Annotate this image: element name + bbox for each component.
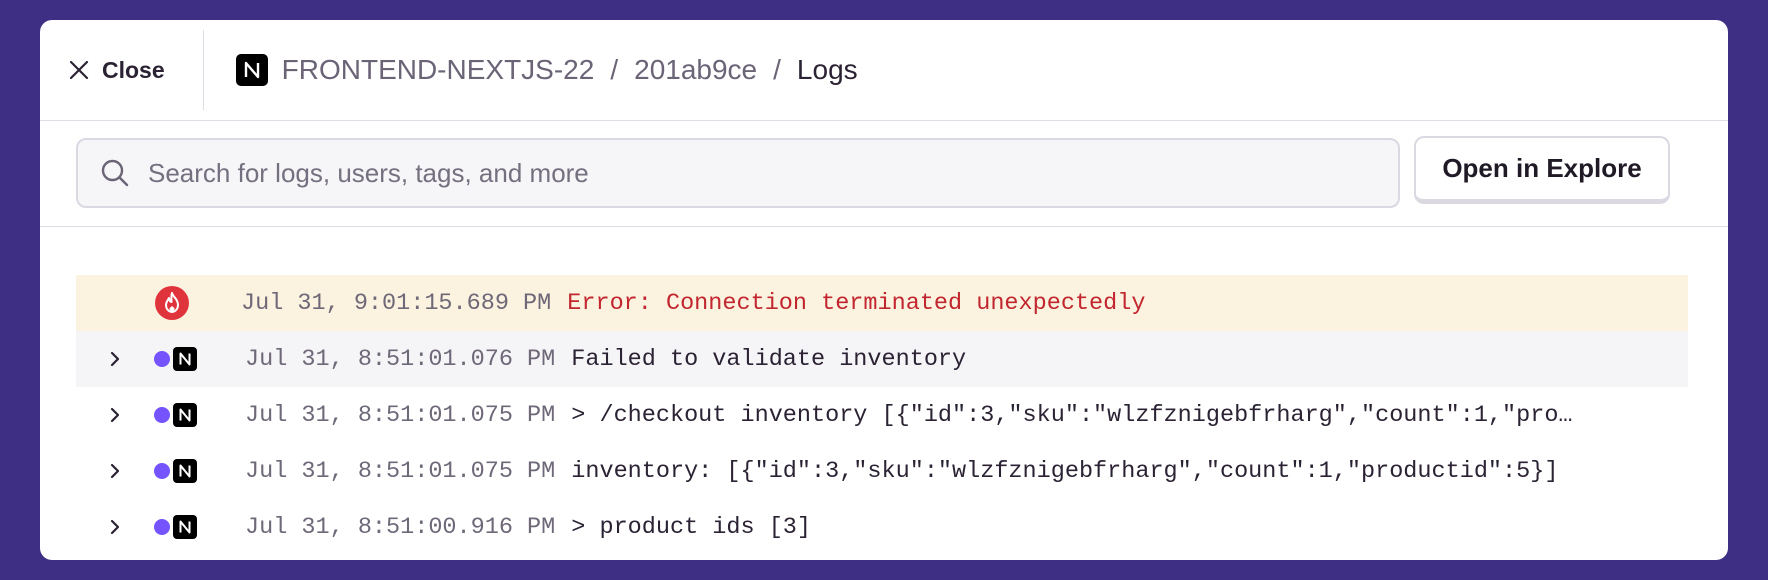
expand-button[interactable] <box>76 351 154 367</box>
log-message: inventory: [{"id":3,"sku":"wlzfznigebfrh… <box>571 457 1559 485</box>
log-row[interactable]: Jul 31, 8:51:00.916 PM > product ids [3] <box>76 499 1688 555</box>
log-list: Jul 31, 9:01:15.689 PM Error: Connection… <box>76 275 1688 555</box>
search-icon <box>101 159 129 187</box>
expand-button[interactable] <box>76 519 154 535</box>
log-message: > /checkout inventory [{"id":3,"sku":"wl… <box>571 401 1573 429</box>
severity-indicator <box>154 407 174 423</box>
chevron-right-icon <box>110 519 120 535</box>
breadcrumb-id[interactable]: 201ab9ce <box>634 54 757 86</box>
log-timestamp: Jul 31, 8:51:00.916 PM <box>245 513 556 541</box>
breadcrumb-project[interactable]: FRONTEND-NEXTJS-22 <box>282 54 595 86</box>
log-timestamp: Jul 31, 8:51:01.076 PM <box>245 345 556 373</box>
nextjs-icon <box>173 347 197 371</box>
nextjs-icon <box>235 54 268 86</box>
breadcrumb-separator: / <box>610 54 619 85</box>
drawer-header: Close FRONTEND-NEXTJS-22 / 201ab9ce / Lo… <box>40 20 1728 121</box>
search-input[interactable] <box>148 157 1368 189</box>
breadcrumb: FRONTEND-NEXTJS-22 / 201ab9ce / Logs <box>204 54 858 86</box>
severity-indicator <box>154 351 174 367</box>
close-label: Close <box>102 56 165 83</box>
open-in-explore-button[interactable]: Open in Explore <box>1414 136 1670 204</box>
chevron-right-icon <box>110 351 120 367</box>
logs-toolbar: Open in Explore <box>40 121 1728 227</box>
close-icon <box>69 60 89 80</box>
breadcrumb-current: Logs <box>796 54 858 85</box>
severity-indicator <box>154 463 174 479</box>
breadcrumb-separator: / <box>773 54 781 85</box>
nextjs-icon <box>173 403 197 427</box>
log-message: > product ids [3] <box>571 513 812 541</box>
log-row[interactable]: Jul 31, 8:51:01.076 PM Failed to validat… <box>76 331 1688 387</box>
severity-indicator <box>154 519 174 535</box>
log-row-error[interactable]: Jul 31, 9:01:15.689 PM Error: Connection… <box>76 275 1688 331</box>
search-box[interactable] <box>76 138 1400 208</box>
expand-button[interactable] <box>76 407 154 423</box>
log-timestamp: Jul 31, 8:51:01.075 PM <box>245 457 556 485</box>
info-dot-icon <box>154 519 170 535</box>
fire-icon <box>155 286 189 320</box>
log-timestamp: Jul 31, 8:51:01.075 PM <box>245 401 556 429</box>
log-row[interactable]: Jul 31, 8:51:01.075 PM > /checkout inven… <box>76 387 1688 443</box>
log-message: Failed to validate inventory <box>571 345 967 373</box>
info-dot-icon <box>154 407 170 423</box>
log-timestamp: Jul 31, 9:01:15.689 PM <box>241 289 552 317</box>
logs-drawer: Close FRONTEND-NEXTJS-22 / 201ab9ce / Lo… <box>40 20 1728 560</box>
expand-button[interactable] <box>76 463 154 479</box>
nextjs-icon <box>173 515 197 539</box>
chevron-right-icon <box>110 463 120 479</box>
chevron-right-icon <box>110 407 120 423</box>
nextjs-icon <box>173 459 197 483</box>
close-button[interactable]: Close <box>40 20 203 120</box>
info-dot-icon <box>154 351 170 367</box>
info-dot-icon <box>154 463 170 479</box>
log-message: Error: Connection terminated unexpectedl… <box>567 289 1146 317</box>
log-row[interactable]: Jul 31, 8:51:01.075 PM inventory: [{"id"… <box>76 443 1688 499</box>
